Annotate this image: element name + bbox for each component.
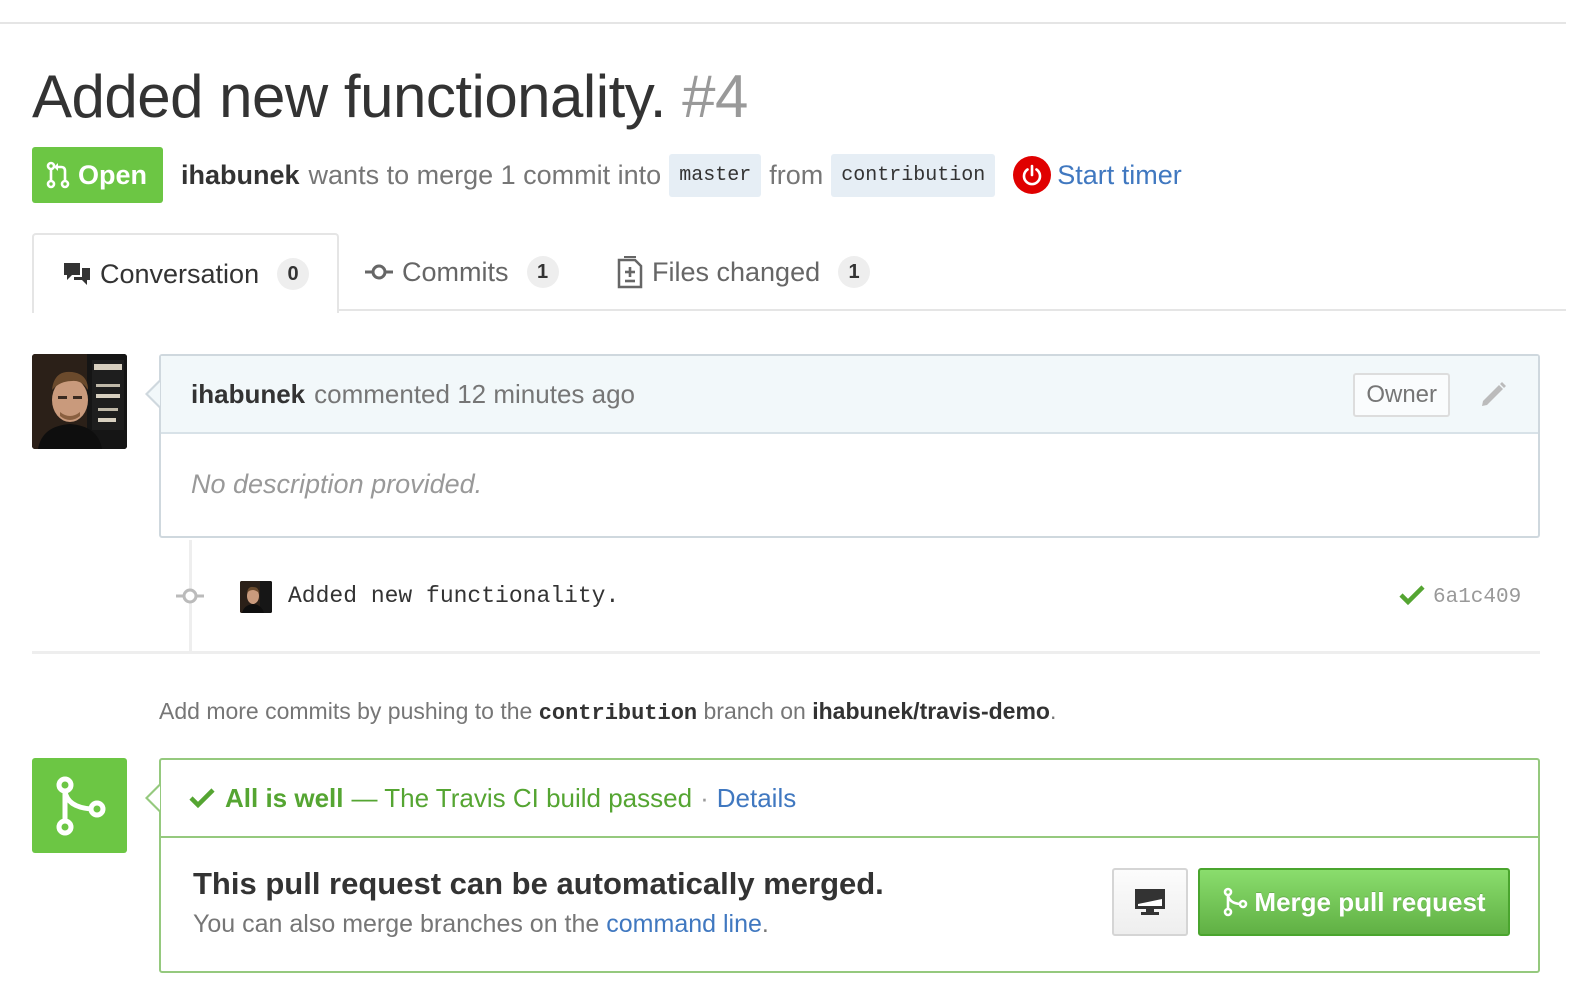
status-label: Open — [78, 159, 148, 190]
status-dot: · — [700, 782, 709, 813]
command-line-button[interactable] — [1112, 868, 1188, 936]
help-prefix: Add more commits by pushing to the — [159, 698, 533, 724]
merge-sub-prefix: You can also merge branches on the — [193, 910, 600, 938]
pr-number: #4 — [682, 63, 748, 130]
tab-conversation-count: 0 — [277, 258, 310, 290]
build-status: All is well — The Travis CI build passed… — [161, 760, 1538, 838]
head-branch: contribution — [831, 153, 996, 197]
merge-subtitle: You can also merge branches on the comma… — [193, 910, 769, 939]
command-line-link[interactable]: command line — [606, 910, 762, 938]
git-commit-icon — [365, 264, 393, 280]
comment-box: ihabunek commented 12 minutes ago Owner … — [159, 354, 1540, 538]
file-diff-icon — [617, 256, 643, 289]
merge-status-icon-box — [32, 758, 127, 853]
pr-meta: Open ihabunek wants to merge 1 commit in… — [32, 147, 1182, 203]
pr-title: Added new functionality. — [32, 63, 666, 130]
tab-files-count: 1 — [838, 256, 871, 288]
merge-summary: ihabunek wants to merge 1 commit into ma… — [181, 153, 1003, 197]
comment-author-link[interactable]: ihabunek — [191, 379, 305, 410]
git-merge-icon — [56, 776, 105, 835]
status-strong: All is well — [225, 782, 344, 813]
start-timer-label: Start timer — [1057, 159, 1182, 190]
merge-text: wants to merge 1 commit into — [308, 159, 662, 190]
status-badge: Open — [32, 147, 164, 203]
tab-commits[interactable]: Commits 1 — [364, 233, 559, 311]
top-divider — [0, 22, 1566, 24]
pr-author-link[interactable]: ihabunek — [181, 160, 300, 191]
comment-header: ihabunek commented 12 minutes ago Owner — [161, 356, 1538, 434]
avatar[interactable] — [32, 354, 127, 449]
comment-time[interactable]: 12 minutes ago — [457, 379, 635, 410]
merge-box: All is well — The Travis CI build passed… — [159, 758, 1540, 973]
merge-button-label: Merge pull request — [1254, 886, 1486, 917]
pr-tabs: Conversation 0 Commits 1 Files changed 1 — [32, 233, 1566, 313]
commit-sha-link[interactable]: 6a1c409 — [1433, 586, 1521, 609]
page-title: Added new functionality. #4 — [32, 62, 748, 131]
merge-title: This pull request can be automatically m… — [193, 866, 884, 901]
tab-commits-count: 1 — [526, 256, 559, 288]
tab-files-changed[interactable]: Files changed 1 — [616, 233, 871, 311]
comment-pointer-fill — [148, 382, 160, 406]
merge-pull-request-button[interactable]: Merge pull request — [1198, 868, 1510, 936]
power-icon — [1013, 156, 1052, 194]
git-merge-icon — [1224, 887, 1248, 917]
base-branch: master — [669, 153, 762, 197]
commit-author-avatar[interactable] — [240, 581, 272, 613]
pencil-icon[interactable] — [1478, 378, 1508, 410]
commit-message-link[interactable]: Added new functionality. — [288, 583, 619, 609]
git-pull-request-icon — [46, 161, 70, 189]
comment-discussion-icon — [64, 263, 90, 285]
from-text: from — [769, 159, 824, 190]
comment-body: No description provided. — [191, 469, 483, 499]
check-icon[interactable] — [1399, 584, 1425, 606]
git-commit-icon — [176, 588, 204, 604]
details-link[interactable]: Details — [717, 783, 796, 814]
tab-commits-label: Commits — [402, 256, 509, 287]
merge-sub-suffix: . — [761, 910, 769, 938]
tab-conversation[interactable]: Conversation 0 — [32, 233, 340, 313]
check-icon — [189, 788, 215, 809]
status-text: — The Travis CI build passed — [351, 782, 693, 813]
owner-badge: Owner — [1353, 373, 1450, 417]
help-suffix: . — [1049, 698, 1057, 724]
help-branch: contribution — [538, 701, 698, 726]
timeline-divider — [32, 651, 1540, 654]
tab-files-label: Files changed — [652, 256, 821, 287]
push-help-text: Add more commits by pushing to the contr… — [159, 698, 1056, 726]
merge-pointer-fill — [148, 786, 160, 810]
tab-conversation-label: Conversation — [100, 258, 260, 289]
desktop-icon — [1135, 889, 1165, 915]
comment-action: commented — [314, 378, 450, 409]
help-repo: ihabunek/travis-demo — [812, 698, 1050, 724]
help-middle: branch on — [703, 698, 806, 724]
start-timer-button[interactable]: Start timer — [1013, 156, 1182, 194]
